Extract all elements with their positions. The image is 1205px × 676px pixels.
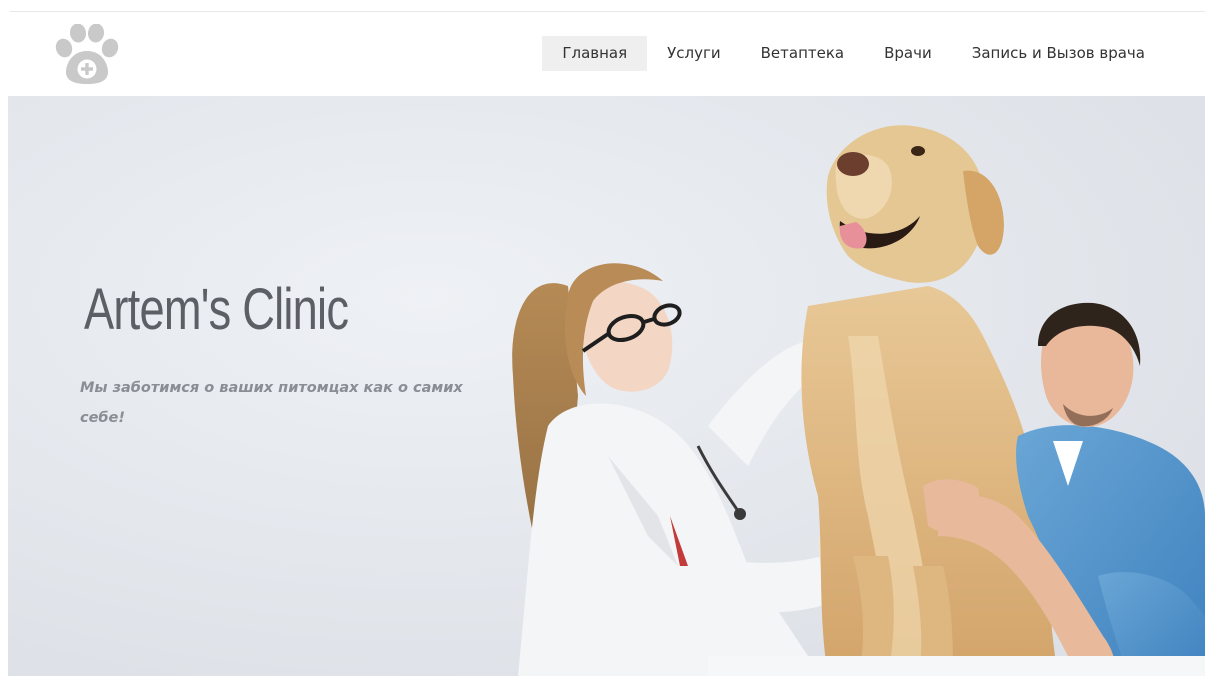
nav-item-appointment[interactable]: Запись и Вызов врача [952,36,1165,71]
nav-item-doctors[interactable]: Врачи [864,36,952,71]
site-header: Главная Услуги Ветаптека Врачи Запись и … [0,12,1205,96]
hero-title: Artem's Clinic [84,277,349,342]
nav-item-pharmacy[interactable]: Ветаптека [741,36,864,71]
nav-item-services[interactable]: Услуги [647,36,740,71]
page: Главная Услуги Ветаптека Врачи Запись и … [0,0,1205,676]
nav-item-home[interactable]: Главная [542,36,648,71]
hero-banner: Artem's Clinic Мы заботимся о ваших пито… [8,96,1205,676]
main-nav: Главная Услуги Ветаптека Врачи Запись и … [542,36,1165,71]
hero-tagline: Мы заботимся о ваших питомцах как о сами… [80,380,463,426]
paw-plus-icon[interactable] [54,23,120,86]
